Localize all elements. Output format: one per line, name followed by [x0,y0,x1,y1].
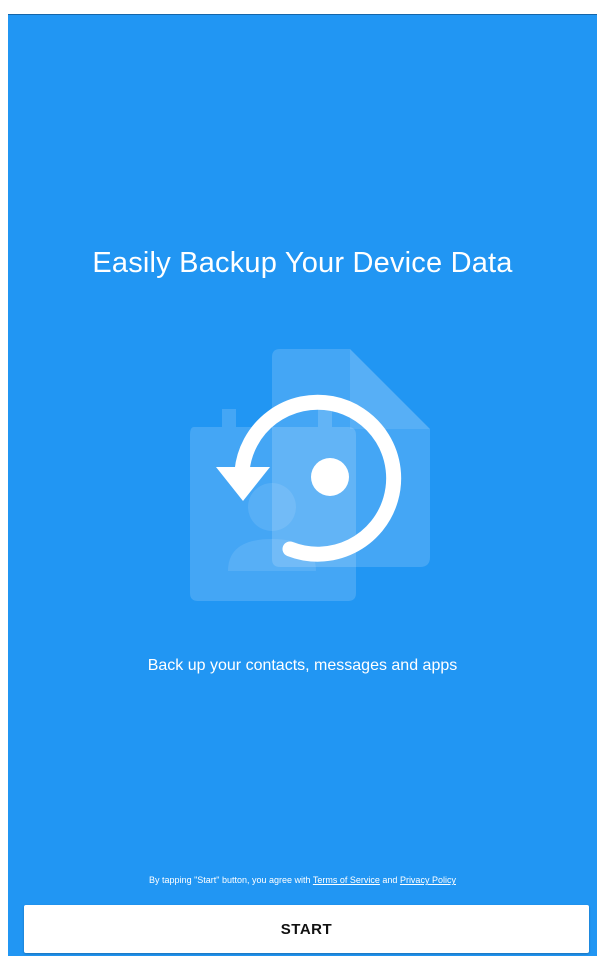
page-title: Easily Backup Your Device Data [92,247,513,279]
start-button[interactable]: START [24,905,589,953]
screen: Easily Backup Your Device Data Back up y… [0,0,597,956]
terms-of-service-link[interactable]: Terms of Service [313,875,380,885]
subtitle: Back up your contacts, messages and apps [147,657,458,674]
legal-connector: and [379,875,400,885]
privacy-policy-link[interactable]: Privacy Policy [400,875,456,885]
backup-restore-icon [172,335,444,607]
onboarding-panel: Easily Backup Your Device Data Back up y… [8,14,597,956]
legal-prefix: By tapping "Start" button, you agree wit… [149,875,313,885]
legal-notice: By tapping "Start" button, you agree wit… [8,875,597,885]
